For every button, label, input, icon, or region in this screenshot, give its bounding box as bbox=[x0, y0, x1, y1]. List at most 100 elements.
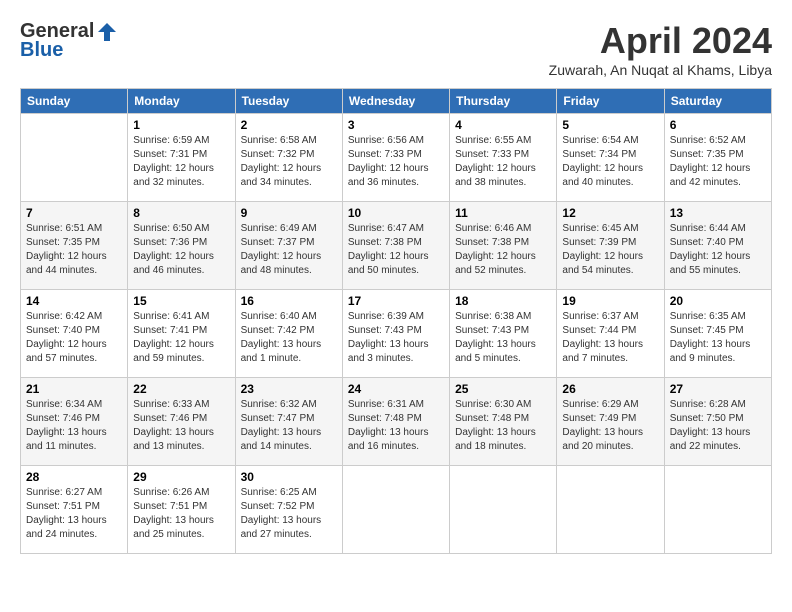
table-row: 16 Sunrise: 6:40 AMSunset: 7:42 PMDaylig… bbox=[235, 290, 342, 378]
day-info: Sunrise: 6:56 AMSunset: 7:33 PMDaylight:… bbox=[348, 134, 444, 190]
day-info: Sunrise: 6:44 AMSunset: 7:40 PMDaylight:… bbox=[670, 222, 766, 278]
day-info: Sunrise: 6:58 AMSunset: 7:32 PMDaylight:… bbox=[241, 134, 337, 190]
table-row: 25 Sunrise: 6:30 AMSunset: 7:48 PMDaylig… bbox=[450, 378, 557, 466]
day-number: 1 bbox=[133, 118, 229, 132]
table-row bbox=[342, 466, 449, 554]
table-row: 4 Sunrise: 6:55 AMSunset: 7:33 PMDayligh… bbox=[450, 114, 557, 202]
table-row: 18 Sunrise: 6:38 AMSunset: 7:43 PMDaylig… bbox=[450, 290, 557, 378]
day-info: Sunrise: 6:52 AMSunset: 7:35 PMDaylight:… bbox=[670, 134, 766, 190]
day-number: 3 bbox=[348, 118, 444, 132]
table-row: 10 Sunrise: 6:47 AMSunset: 7:38 PMDaylig… bbox=[342, 202, 449, 290]
day-number: 10 bbox=[348, 206, 444, 220]
table-row: 26 Sunrise: 6:29 AMSunset: 7:49 PMDaylig… bbox=[557, 378, 664, 466]
header-friday: Friday bbox=[557, 89, 664, 114]
calendar-week-row: 7 Sunrise: 6:51 AMSunset: 7:35 PMDayligh… bbox=[21, 202, 772, 290]
day-info: Sunrise: 6:42 AMSunset: 7:40 PMDaylight:… bbox=[26, 310, 122, 366]
day-number: 19 bbox=[562, 294, 658, 308]
table-row: 8 Sunrise: 6:50 AMSunset: 7:36 PMDayligh… bbox=[128, 202, 235, 290]
table-row: 1 Sunrise: 6:59 AMSunset: 7:31 PMDayligh… bbox=[128, 114, 235, 202]
day-info: Sunrise: 6:51 AMSunset: 7:35 PMDaylight:… bbox=[26, 222, 122, 278]
day-info: Sunrise: 6:46 AMSunset: 7:38 PMDaylight:… bbox=[455, 222, 551, 278]
day-info: Sunrise: 6:35 AMSunset: 7:45 PMDaylight:… bbox=[670, 310, 766, 366]
day-number: 21 bbox=[26, 382, 122, 396]
table-row: 17 Sunrise: 6:39 AMSunset: 7:43 PMDaylig… bbox=[342, 290, 449, 378]
table-row: 15 Sunrise: 6:41 AMSunset: 7:41 PMDaylig… bbox=[128, 290, 235, 378]
day-number: 5 bbox=[562, 118, 658, 132]
day-number: 17 bbox=[348, 294, 444, 308]
day-info: Sunrise: 6:33 AMSunset: 7:46 PMDaylight:… bbox=[133, 398, 229, 454]
day-number: 26 bbox=[562, 382, 658, 396]
table-row: 13 Sunrise: 6:44 AMSunset: 7:40 PMDaylig… bbox=[664, 202, 771, 290]
logo-icon bbox=[96, 21, 118, 43]
page-header: General Blue April 2024 Zuwarah, An Nuqa… bbox=[20, 20, 772, 78]
logo: General Blue bbox=[20, 20, 118, 62]
day-number: 15 bbox=[133, 294, 229, 308]
table-row: 19 Sunrise: 6:37 AMSunset: 7:44 PMDaylig… bbox=[557, 290, 664, 378]
header-sunday: Sunday bbox=[21, 89, 128, 114]
day-info: Sunrise: 6:27 AMSunset: 7:51 PMDaylight:… bbox=[26, 486, 122, 542]
table-row: 21 Sunrise: 6:34 AMSunset: 7:46 PMDaylig… bbox=[21, 378, 128, 466]
title-block: April 2024 Zuwarah, An Nuqat al Khams, L… bbox=[549, 20, 772, 78]
table-row: 6 Sunrise: 6:52 AMSunset: 7:35 PMDayligh… bbox=[664, 114, 771, 202]
table-row: 27 Sunrise: 6:28 AMSunset: 7:50 PMDaylig… bbox=[664, 378, 771, 466]
day-number: 7 bbox=[26, 206, 122, 220]
day-number: 30 bbox=[241, 470, 337, 484]
table-row bbox=[21, 114, 128, 202]
day-info: Sunrise: 6:28 AMSunset: 7:50 PMDaylight:… bbox=[670, 398, 766, 454]
day-info: Sunrise: 6:49 AMSunset: 7:37 PMDaylight:… bbox=[241, 222, 337, 278]
table-row: 9 Sunrise: 6:49 AMSunset: 7:37 PMDayligh… bbox=[235, 202, 342, 290]
day-number: 23 bbox=[241, 382, 337, 396]
calendar-week-row: 28 Sunrise: 6:27 AMSunset: 7:51 PMDaylig… bbox=[21, 466, 772, 554]
day-info: Sunrise: 6:34 AMSunset: 7:46 PMDaylight:… bbox=[26, 398, 122, 454]
day-number: 4 bbox=[455, 118, 551, 132]
day-info: Sunrise: 6:50 AMSunset: 7:36 PMDaylight:… bbox=[133, 222, 229, 278]
table-row bbox=[664, 466, 771, 554]
table-row: 28 Sunrise: 6:27 AMSunset: 7:51 PMDaylig… bbox=[21, 466, 128, 554]
table-row bbox=[557, 466, 664, 554]
day-info: Sunrise: 6:30 AMSunset: 7:48 PMDaylight:… bbox=[455, 398, 551, 454]
table-row: 5 Sunrise: 6:54 AMSunset: 7:34 PMDayligh… bbox=[557, 114, 664, 202]
day-number: 25 bbox=[455, 382, 551, 396]
day-info: Sunrise: 6:37 AMSunset: 7:44 PMDaylight:… bbox=[562, 310, 658, 366]
calendar-week-row: 14 Sunrise: 6:42 AMSunset: 7:40 PMDaylig… bbox=[21, 290, 772, 378]
day-number: 22 bbox=[133, 382, 229, 396]
header-saturday: Saturday bbox=[664, 89, 771, 114]
day-info: Sunrise: 6:29 AMSunset: 7:49 PMDaylight:… bbox=[562, 398, 658, 454]
day-info: Sunrise: 6:25 AMSunset: 7:52 PMDaylight:… bbox=[241, 486, 337, 542]
day-info: Sunrise: 6:41 AMSunset: 7:41 PMDaylight:… bbox=[133, 310, 229, 366]
table-row: 20 Sunrise: 6:35 AMSunset: 7:45 PMDaylig… bbox=[664, 290, 771, 378]
table-row: 29 Sunrise: 6:26 AMSunset: 7:51 PMDaylig… bbox=[128, 466, 235, 554]
header-wednesday: Wednesday bbox=[342, 89, 449, 114]
header-tuesday: Tuesday bbox=[235, 89, 342, 114]
table-row: 14 Sunrise: 6:42 AMSunset: 7:40 PMDaylig… bbox=[21, 290, 128, 378]
table-row: 12 Sunrise: 6:45 AMSunset: 7:39 PMDaylig… bbox=[557, 202, 664, 290]
day-info: Sunrise: 6:59 AMSunset: 7:31 PMDaylight:… bbox=[133, 134, 229, 190]
table-row: 11 Sunrise: 6:46 AMSunset: 7:38 PMDaylig… bbox=[450, 202, 557, 290]
table-row: 23 Sunrise: 6:32 AMSunset: 7:47 PMDaylig… bbox=[235, 378, 342, 466]
header-thursday: Thursday bbox=[450, 89, 557, 114]
day-number: 2 bbox=[241, 118, 337, 132]
weekday-header-row: Sunday Monday Tuesday Wednesday Thursday… bbox=[21, 89, 772, 114]
day-info: Sunrise: 6:47 AMSunset: 7:38 PMDaylight:… bbox=[348, 222, 444, 278]
day-number: 9 bbox=[241, 206, 337, 220]
day-info: Sunrise: 6:31 AMSunset: 7:48 PMDaylight:… bbox=[348, 398, 444, 454]
day-number: 29 bbox=[133, 470, 229, 484]
table-row: 7 Sunrise: 6:51 AMSunset: 7:35 PMDayligh… bbox=[21, 202, 128, 290]
table-row: 30 Sunrise: 6:25 AMSunset: 7:52 PMDaylig… bbox=[235, 466, 342, 554]
day-number: 24 bbox=[348, 382, 444, 396]
day-number: 18 bbox=[455, 294, 551, 308]
day-info: Sunrise: 6:55 AMSunset: 7:33 PMDaylight:… bbox=[455, 134, 551, 190]
location: Zuwarah, An Nuqat al Khams, Libya bbox=[549, 62, 772, 78]
day-number: 8 bbox=[133, 206, 229, 220]
day-number: 20 bbox=[670, 294, 766, 308]
day-number: 27 bbox=[670, 382, 766, 396]
day-number: 14 bbox=[26, 294, 122, 308]
table-row: 2 Sunrise: 6:58 AMSunset: 7:32 PMDayligh… bbox=[235, 114, 342, 202]
day-number: 6 bbox=[670, 118, 766, 132]
calendar-table: Sunday Monday Tuesday Wednesday Thursday… bbox=[20, 88, 772, 554]
calendar-week-row: 21 Sunrise: 6:34 AMSunset: 7:46 PMDaylig… bbox=[21, 378, 772, 466]
day-info: Sunrise: 6:26 AMSunset: 7:51 PMDaylight:… bbox=[133, 486, 229, 542]
day-info: Sunrise: 6:40 AMSunset: 7:42 PMDaylight:… bbox=[241, 310, 337, 366]
header-monday: Monday bbox=[128, 89, 235, 114]
day-info: Sunrise: 6:32 AMSunset: 7:47 PMDaylight:… bbox=[241, 398, 337, 454]
